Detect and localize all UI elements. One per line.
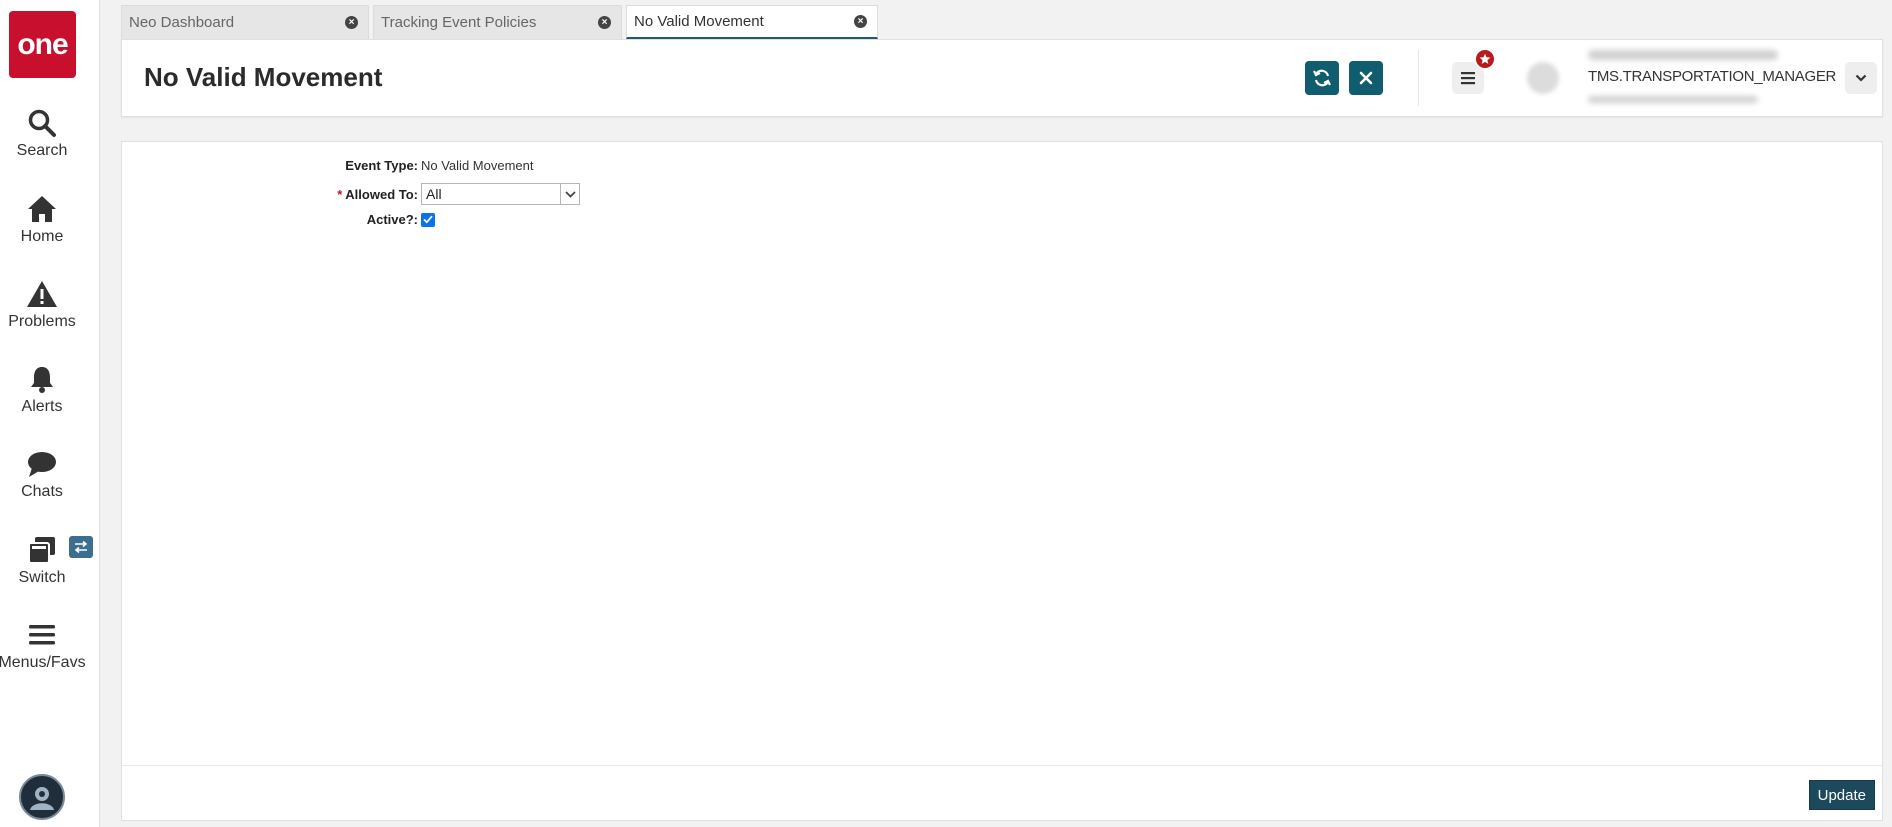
user-menu-button[interactable] xyxy=(1845,62,1877,94)
page-title: No Valid Movement xyxy=(144,62,383,92)
close-icon[interactable]: × xyxy=(598,16,611,29)
update-button[interactable]: Update xyxy=(1808,780,1875,810)
refresh-icon xyxy=(1313,69,1331,87)
allowed-to-select[interactable]: All xyxy=(421,183,580,205)
nav-label-alerts: Alerts xyxy=(21,398,63,415)
tab-bar: Neo Dashboard × Tracking Event Policies … xyxy=(121,5,878,39)
nav-label-home: Home xyxy=(20,228,64,245)
tab-tracking-event-policies[interactable]: Tracking Event Policies × xyxy=(373,5,622,39)
checkmark-icon xyxy=(423,215,433,224)
warning-icon xyxy=(25,277,59,311)
required-marker: * xyxy=(337,186,343,202)
user-avatar[interactable] xyxy=(19,774,65,820)
event-type-label: Event Type: xyxy=(345,158,418,173)
close-icon xyxy=(1359,71,1373,85)
nav-label-menus-favs: Menus/Favs xyxy=(0,654,86,671)
close-icon[interactable]: × xyxy=(345,16,358,29)
left-nav: one Search Home Problems Alerts Chats Sw… xyxy=(0,0,100,827)
nav-label-chats: Chats xyxy=(21,483,63,500)
page-header: No Valid Movement TMS.TRANSPORTATION_MAN… xyxy=(121,39,1883,117)
active-checkbox[interactable] xyxy=(421,212,435,227)
tab-neo-dashboard[interactable]: Neo Dashboard × xyxy=(121,5,369,39)
bell-icon xyxy=(25,362,59,396)
nav-label-search: Search xyxy=(16,142,68,159)
chat-icon xyxy=(25,447,59,481)
tab-label: Neo Dashboard xyxy=(129,14,235,31)
star-icon xyxy=(1474,48,1496,70)
event-type-value: No Valid Movement xyxy=(421,158,534,173)
nav-item-problems[interactable]: Problems xyxy=(0,277,84,331)
nav-item-search[interactable]: Search xyxy=(0,106,84,160)
user-name-blurred xyxy=(1588,50,1778,60)
nav-label-problems: Problems xyxy=(8,313,76,330)
search-icon xyxy=(25,106,59,140)
switch-icon xyxy=(25,533,59,567)
tab-label: No Valid Movement xyxy=(634,13,764,30)
active-row: Active?: xyxy=(243,212,435,227)
close-page-button[interactable] xyxy=(1349,61,1383,95)
close-icon[interactable]: × xyxy=(854,15,867,28)
tab-no-valid-movement[interactable]: No Valid Movement × xyxy=(626,5,878,39)
logo-text: one xyxy=(17,27,68,61)
tab-label: Tracking Event Policies xyxy=(381,14,537,31)
footer-divider xyxy=(122,765,1882,766)
nav-item-home[interactable]: Home xyxy=(0,192,84,246)
nav-item-alerts[interactable]: Alerts xyxy=(0,362,84,416)
hamburger-icon xyxy=(25,618,59,652)
user-role: TMS.TRANSPORTATION_MANAGER xyxy=(1588,68,1837,85)
nav-label-switch: Switch xyxy=(18,569,66,586)
home-icon xyxy=(25,192,59,226)
main-content: Event Type: No Valid Movement * Allowed T… xyxy=(121,141,1883,821)
refresh-button[interactable] xyxy=(1305,61,1339,95)
active-label: Active?: xyxy=(366,212,418,227)
nav-item-menus-favs[interactable]: Menus/Favs xyxy=(0,618,86,672)
chevron-down-icon[interactable] xyxy=(560,184,579,204)
event-type-row: Event Type: No Valid Movement xyxy=(243,158,533,173)
header-divider xyxy=(1418,50,1419,106)
allowed-to-value: All xyxy=(426,186,442,202)
nav-item-chats[interactable]: Chats xyxy=(0,447,84,501)
chevron-down-icon xyxy=(1855,74,1867,82)
allowed-to-label-text: Allowed To: xyxy=(345,186,418,202)
hamburger-icon xyxy=(1461,72,1475,85)
user-org-blurred xyxy=(1588,96,1758,103)
one-logo[interactable]: one xyxy=(9,11,76,78)
user-profile-image xyxy=(1527,62,1559,94)
switch-arrows-icon[interactable] xyxy=(69,536,93,558)
allowed-to-label: * Allowed To: xyxy=(243,187,421,202)
allowed-to-row: * Allowed To: All xyxy=(243,183,580,205)
